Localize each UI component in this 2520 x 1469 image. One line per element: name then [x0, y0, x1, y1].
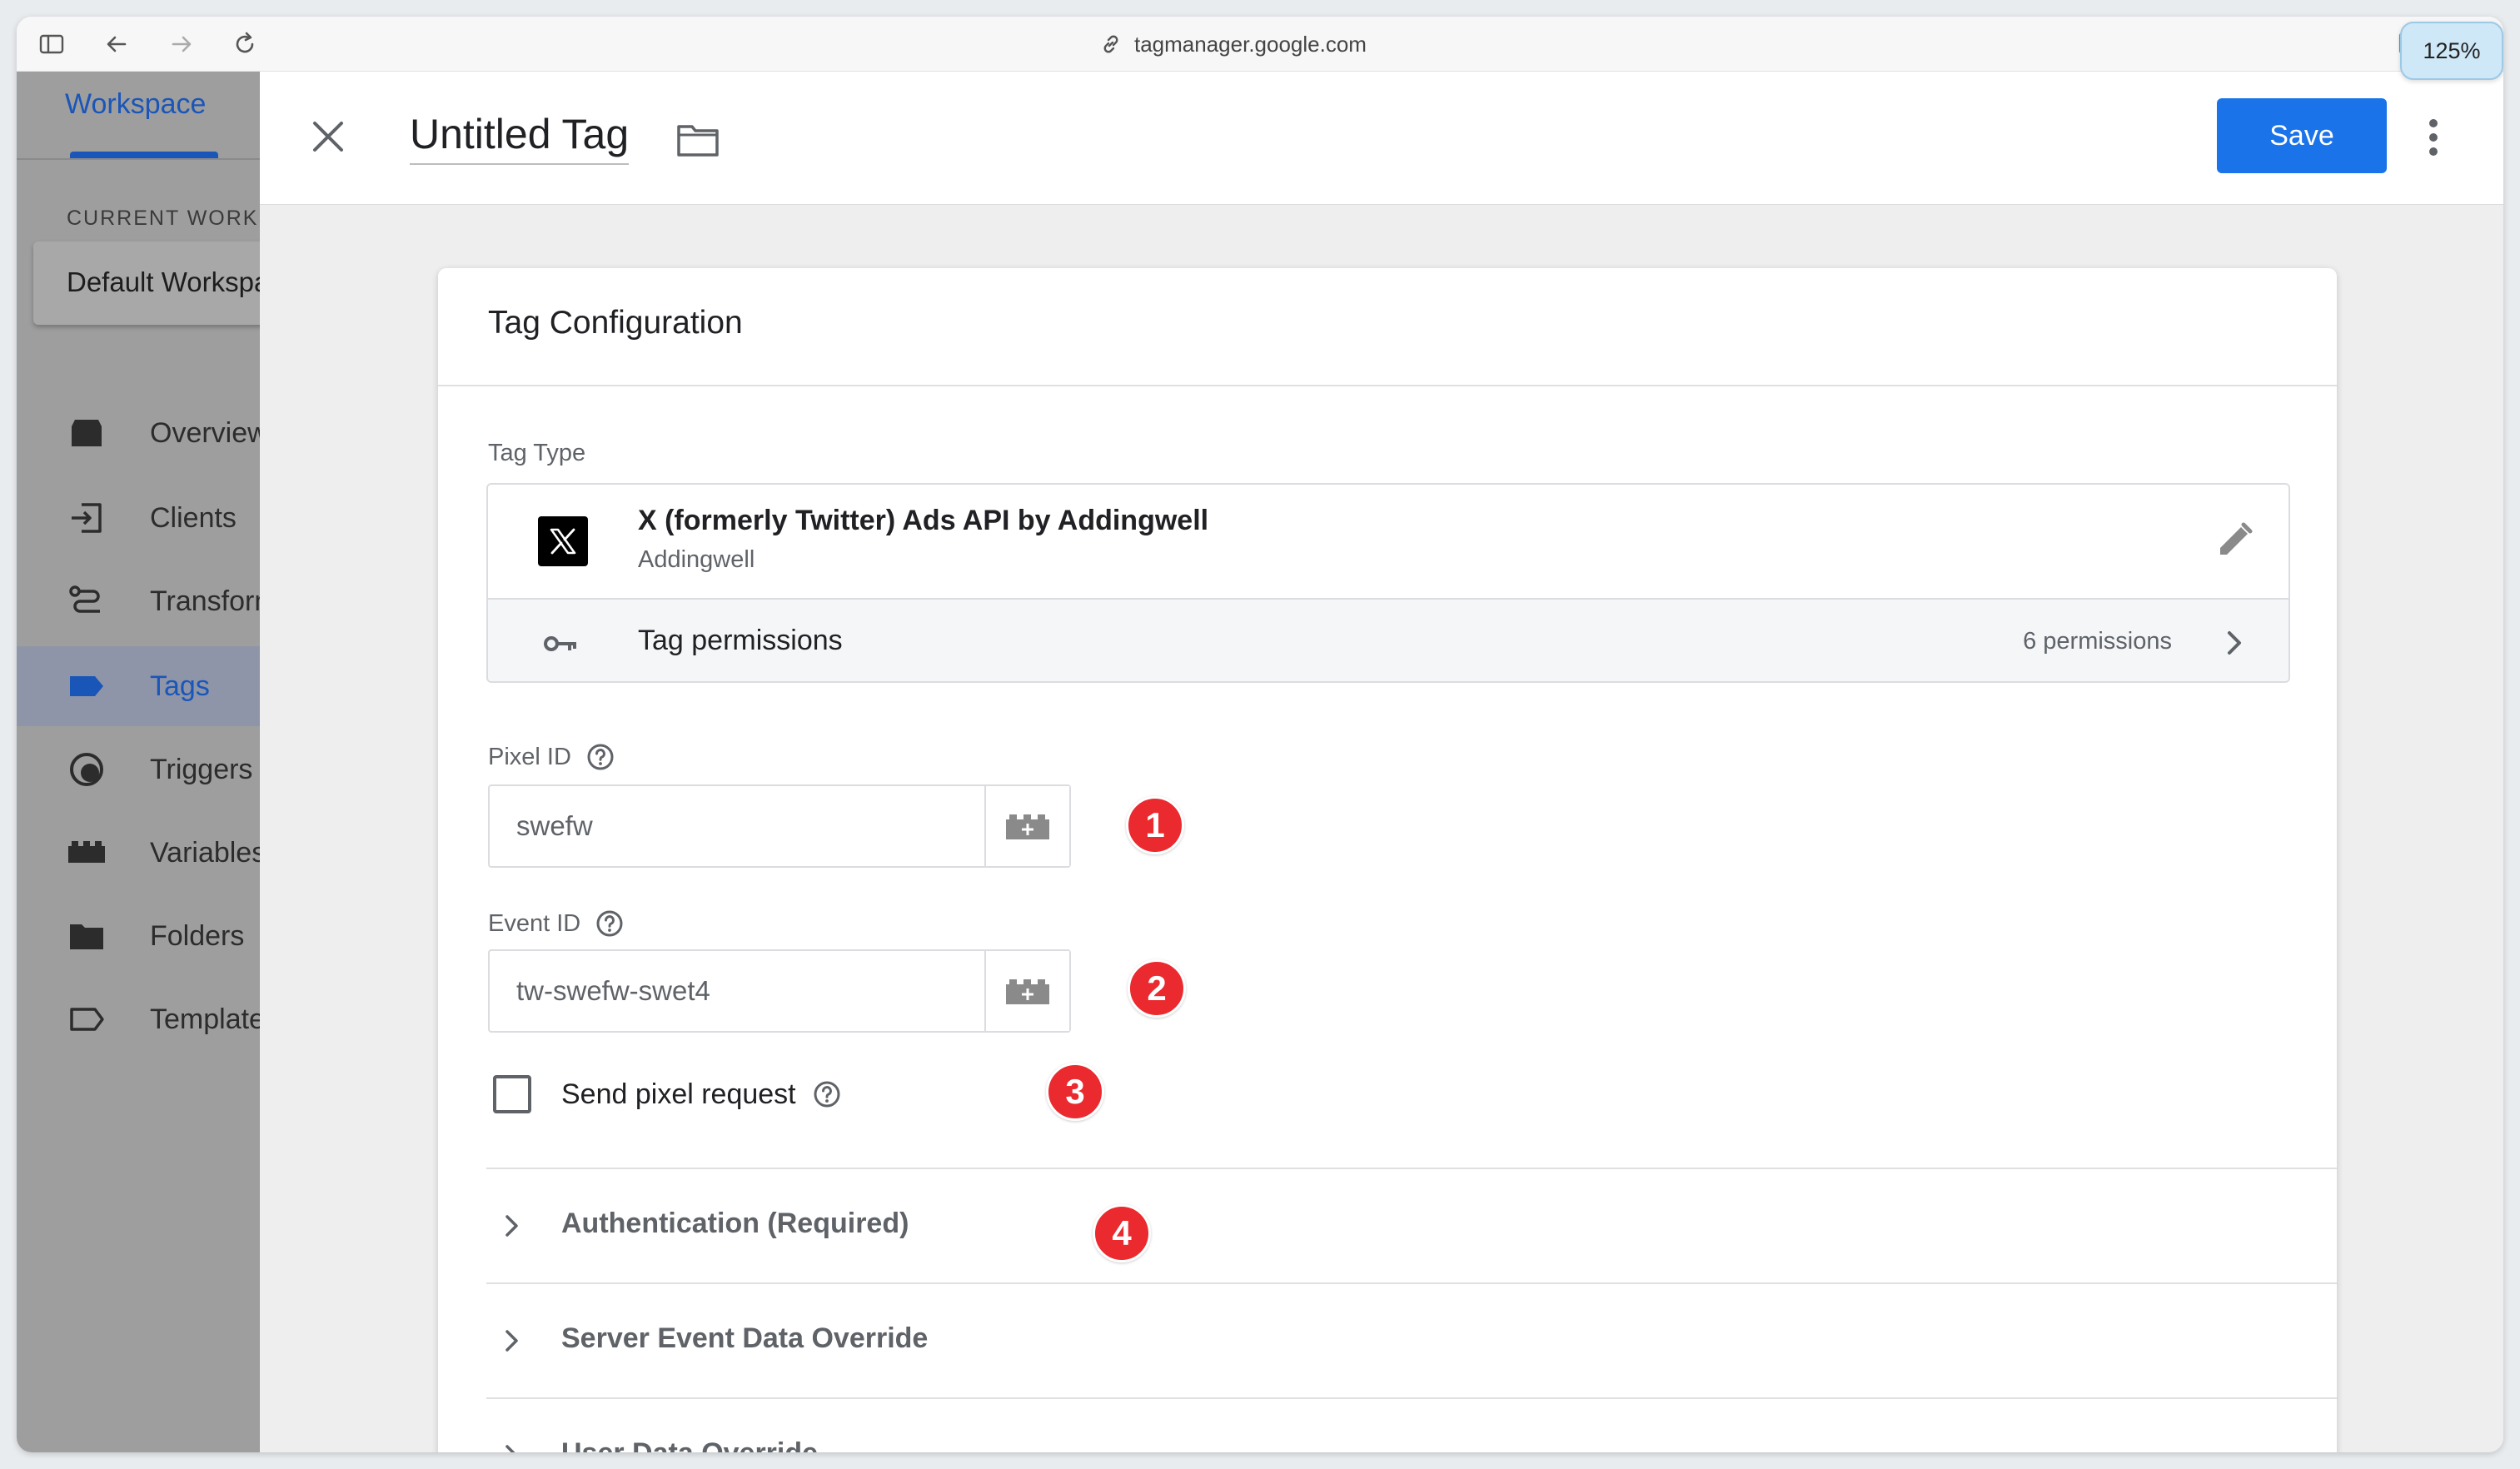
sidebar-item-folders[interactable]: Folders: [17, 896, 260, 976]
sidebar-toggle-icon[interactable]: [38, 31, 65, 57]
tag-type-label-text: Tag Type: [488, 440, 586, 466]
folder-icon: [70, 924, 103, 949]
overview-icon: [72, 420, 102, 446]
sidebar-item-label: Overview: [150, 416, 260, 449]
insert-variable-button[interactable]: [984, 786, 1069, 866]
more-vert-icon[interactable]: [2425, 118, 2442, 157]
tag-editor-panel: Untitled Tag Save Tag Configuration Tag …: [260, 72, 2503, 1452]
sidebar-item-label: Folders: [150, 919, 245, 952]
sidebar-item-templates[interactable]: Templates: [17, 979, 260, 1059]
tag-type-label: Tag Type: [488, 440, 585, 467]
trigger-icon: [70, 753, 103, 786]
section-label: Server Event Data Override: [561, 1322, 929, 1354]
send-pixel-request-row: Send pixel request: [493, 1069, 841, 1119]
tag-type-selector[interactable]: X (formerly Twitter) Ads API by Addingwe…: [486, 483, 2290, 683]
clients-icon: [72, 503, 102, 533]
event-id-label-text: Event ID: [488, 909, 581, 937]
browser-toolbar: tagmanager.google.com: [17, 17, 2503, 72]
variables-icon: [68, 841, 105, 863]
card-title: Tag Configuration: [488, 305, 743, 341]
sidebar-item-clients[interactable]: Clients: [17, 478, 260, 558]
sidebar-item-label: Templates: [150, 1003, 260, 1035]
send-pixel-request-checkbox[interactable]: [493, 1075, 531, 1113]
annotation-badge-2: 2: [1128, 959, 1186, 1018]
tag-type-vendor: Addingwell: [638, 546, 755, 573]
tag-configuration-card: Tag Configuration Tag Type X (formerly T…: [438, 268, 2337, 1452]
sidebar-item-transformations[interactable]: Transformations: [17, 561, 260, 641]
address-bar[interactable]: tagmanager.google.com: [1099, 28, 1367, 60]
section-user-data-override[interactable]: User Data Override: [486, 1397, 2337, 1452]
close-icon[interactable]: [310, 118, 346, 155]
pixel-id-label: Pixel ID: [488, 743, 615, 771]
chevron-right-icon: [505, 1330, 518, 1352]
sidebar-item-label: Tags: [150, 670, 210, 702]
save-button[interactable]: Save: [2217, 98, 2387, 173]
workspace-tab[interactable]: Workspace: [65, 88, 206, 121]
tag-permissions-label: Tag permissions: [638, 625, 843, 656]
forward-icon[interactable]: [168, 31, 195, 57]
insert-variable-icon: [1006, 979, 1049, 1004]
sidebar-item-triggers[interactable]: Triggers: [17, 730, 260, 809]
section-server-event-data-override[interactable]: Server Event Data Override: [486, 1282, 2337, 1397]
sidebar-item-label: Variables: [150, 836, 260, 869]
zoom-level-badge: 125%: [2400, 22, 2503, 80]
back-icon[interactable]: [103, 31, 130, 57]
tag-icon: [70, 676, 103, 696]
link-icon: [1103, 35, 1118, 53]
insert-variable-icon: [1006, 814, 1049, 839]
sidebar-item-overview[interactable]: Overview: [17, 393, 260, 473]
sidebar: Workspace CURRENT WORKSPACE Default Work…: [17, 72, 260, 1452]
sidebar-item-variables[interactable]: Variables: [17, 813, 260, 893]
help-icon[interactable]: [595, 909, 624, 938]
chevron-right-icon: [505, 1445, 515, 1452]
event-id-field: [488, 949, 1071, 1033]
x-logo-icon: [538, 516, 588, 566]
transformations-icon: [69, 585, 100, 613]
pixel-id-input[interactable]: [490, 786, 968, 866]
tag-type-name: X (formerly Twitter) Ads API by Addingwe…: [638, 505, 1209, 536]
reload-icon[interactable]: [232, 31, 258, 57]
edit-pencil-icon[interactable]: [2214, 520, 2255, 561]
template-icon: [70, 1008, 104, 1031]
event-id-input[interactable]: [490, 951, 968, 1031]
tag-name-field[interactable]: Untitled Tag: [410, 110, 630, 165]
section-label: User Data Override: [561, 1437, 818, 1452]
help-icon[interactable]: [586, 743, 615, 771]
current-workspace-selector[interactable]: Default Workspace: [33, 242, 260, 325]
pixel-id-label-text: Pixel ID: [488, 743, 571, 770]
pixel-id-field: [488, 784, 1071, 868]
tag-type-row[interactable]: X (formerly Twitter) Ads API by Addingwe…: [488, 485, 2288, 598]
permissions-count: 6 permissions: [2023, 628, 2172, 655]
help-icon[interactable]: [813, 1080, 841, 1108]
workspace-tab-indicator: [70, 152, 218, 158]
sidebar-item-label: Clients: [150, 501, 237, 534]
event-id-label: Event ID: [488, 909, 624, 938]
current-workspace-label: CURRENT WORKSPACE: [67, 207, 260, 230]
chevron-right-icon: [505, 1215, 518, 1237]
section-authentication[interactable]: Authentication (Required): [486, 1168, 2337, 1282]
annotation-badge-4: 4: [1093, 1204, 1151, 1262]
folder-icon[interactable]: [676, 122, 720, 158]
browser-window: tagmanager.google.com 125% Workspace CUR…: [17, 17, 2503, 1452]
tag-editor-header: Untitled Tag Save: [260, 72, 2503, 205]
sidebar-item-label: Triggers: [150, 753, 253, 785]
insert-variable-button[interactable]: [984, 951, 1069, 1031]
key-icon: [544, 636, 576, 651]
chevron-right-icon: [2228, 631, 2241, 655]
card-divider: [438, 385, 2337, 386]
annotation-badge-1: 1: [1126, 796, 1184, 854]
annotation-badge-3: 3: [1046, 1063, 1104, 1121]
section-label: Authentication (Required): [561, 1208, 909, 1239]
tag-permissions-row[interactable]: Tag permissions 6 permissions: [488, 598, 2288, 681]
url-text: tagmanager.google.com: [1134, 31, 1367, 57]
sidebar-divider: [17, 158, 260, 160]
sidebar-item-tags[interactable]: Tags: [17, 646, 260, 726]
send-pixel-request-label: Send pixel request: [561, 1078, 796, 1110]
sidebar-item-label: Transformations: [150, 585, 260, 617]
